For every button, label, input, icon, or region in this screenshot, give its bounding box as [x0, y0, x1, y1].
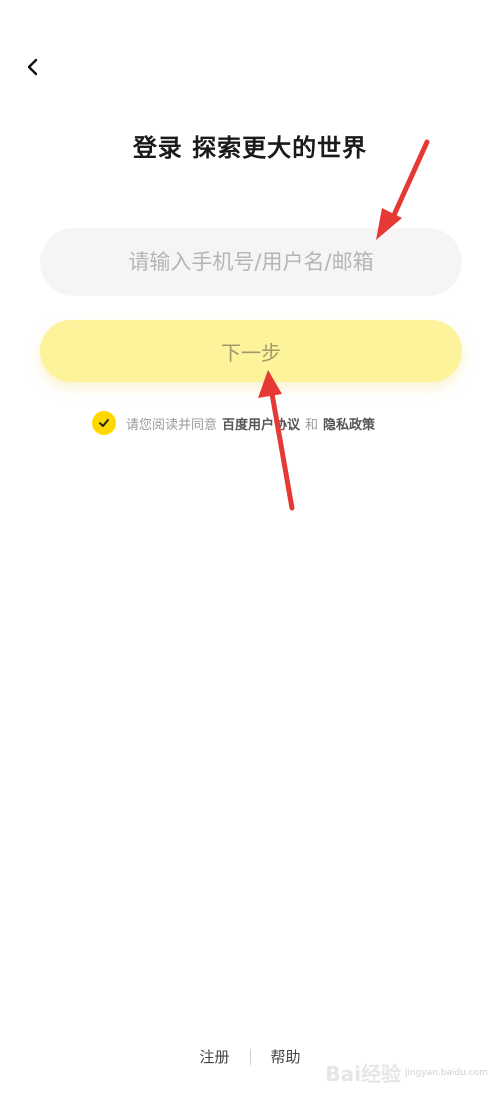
agreement-row: 请您阅读并同意 百度用户协议 和 隐私政策 [92, 410, 375, 436]
agreement-conjunction: 和 [305, 417, 319, 433]
back-button[interactable] [18, 52, 48, 82]
user-agreement-link[interactable]: 百度用户协议 [222, 414, 300, 433]
checkmark-icon [99, 419, 109, 427]
help-link[interactable]: 帮助 [271, 1046, 301, 1067]
footer-divider [249, 1048, 251, 1065]
agreement-checkbox[interactable] [92, 411, 116, 435]
watermark-text: Bai经验 [325, 1062, 401, 1086]
annotation-arrows [258, 139, 430, 511]
agreement-prefix: 请您阅读并同意 [126, 417, 218, 433]
account-input[interactable] [59, 236, 443, 288]
chevron-left-icon [27, 58, 38, 76]
account-input-container[interactable] [40, 228, 462, 296]
next-step-button[interactable]: 下一步 [40, 320, 462, 382]
login-screen: 登录 探索更大的世界 下一步 请您阅读并同意 百度用户协议 和 隐私政策 注册 [0, 0, 500, 1111]
watermark-sub: jingyan.baidu.com [404, 1067, 488, 1078]
page-title: 登录 探索更大的世界 [132, 134, 368, 162]
register-link[interactable]: 注册 [199, 1046, 229, 1067]
privacy-policy-link[interactable]: 隐私政策 [323, 414, 375, 433]
arrow-to-next-button [258, 370, 295, 511]
baidu-jingyan-watermark: Bai经验 jingyan.baidu.com [325, 1058, 488, 1087]
